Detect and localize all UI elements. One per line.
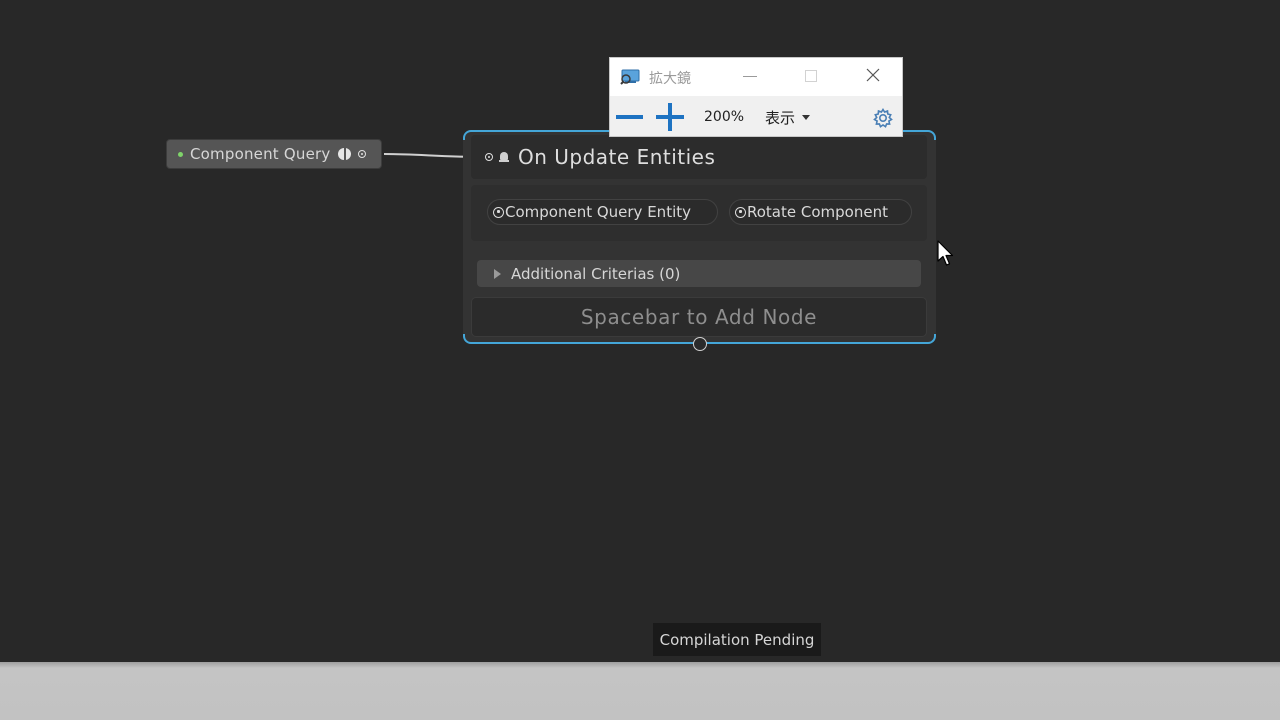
magnifier-app-icon: [620, 69, 640, 85]
magnifier-title-bar[interactable]: 拡大鏡: [610, 58, 902, 96]
field-type-icon: [493, 206, 504, 218]
zoom-out-minus-icon[interactable]: [616, 115, 643, 119]
additional-criterias-foldout[interactable]: Additional Criterias (0): [477, 260, 921, 287]
mouse-cursor-icon: [937, 240, 954, 266]
component-query-label: Component Query: [190, 145, 331, 163]
magnifier-title: 拡大鏡: [649, 71, 691, 87]
field-component-query-entity[interactable]: Component Query Entity: [487, 199, 718, 225]
field-type-icon: [735, 206, 746, 218]
chevron-down-icon: [802, 115, 811, 120]
zoom-level: 200%: [704, 109, 745, 125]
magnifier-window[interactable]: 拡大鏡 200% 表示: [609, 57, 903, 137]
view-label: 表示: [765, 109, 796, 127]
add-node-hint: Spacebar to Add Node: [580, 305, 818, 329]
variable-type-dot: [178, 151, 183, 157]
status-text: Compilation Pending: [659, 630, 815, 649]
node-input-port[interactable]: [485, 153, 493, 161]
minimize-icon[interactable]: [743, 76, 757, 77]
maximize-icon[interactable]: [805, 70, 817, 82]
bottom-panel: [0, 662, 1280, 720]
close-icon[interactable]: [866, 68, 880, 82]
expand-triangle-icon: [494, 268, 501, 279]
node-output-port[interactable]: [693, 337, 707, 351]
node-fields: Component Query Entity Rotate Component: [471, 185, 927, 241]
field-label: Rotate Component: [747, 203, 888, 221]
zoom-in-plus-icon[interactable]: [656, 103, 684, 131]
gear-icon[interactable]: [872, 107, 894, 129]
node-header[interactable]: On Update Entities: [471, 135, 927, 179]
node-title: On Update Entities: [518, 145, 716, 169]
view-dropdown[interactable]: 表示: [765, 107, 811, 128]
add-node-placeholder[interactable]: Spacebar to Add Node: [471, 297, 927, 337]
field-rotate-component[interactable]: Rotate Component: [729, 199, 912, 225]
additional-criterias-label: Additional Criterias (0): [511, 264, 681, 283]
event-bell-icon: [499, 151, 509, 163]
on-update-entities-node[interactable]: On Update Entities Component Query Entit…: [463, 130, 936, 344]
component-query-node[interactable]: Component Query: [166, 139, 382, 169]
compilation-status: Compilation Pending: [653, 623, 821, 656]
query-icon: [337, 147, 353, 161]
component-query-output-port[interactable]: [358, 150, 367, 158]
magnifier-toolbar: 200% 表示: [610, 96, 902, 136]
field-label: Component Query Entity: [505, 203, 691, 221]
